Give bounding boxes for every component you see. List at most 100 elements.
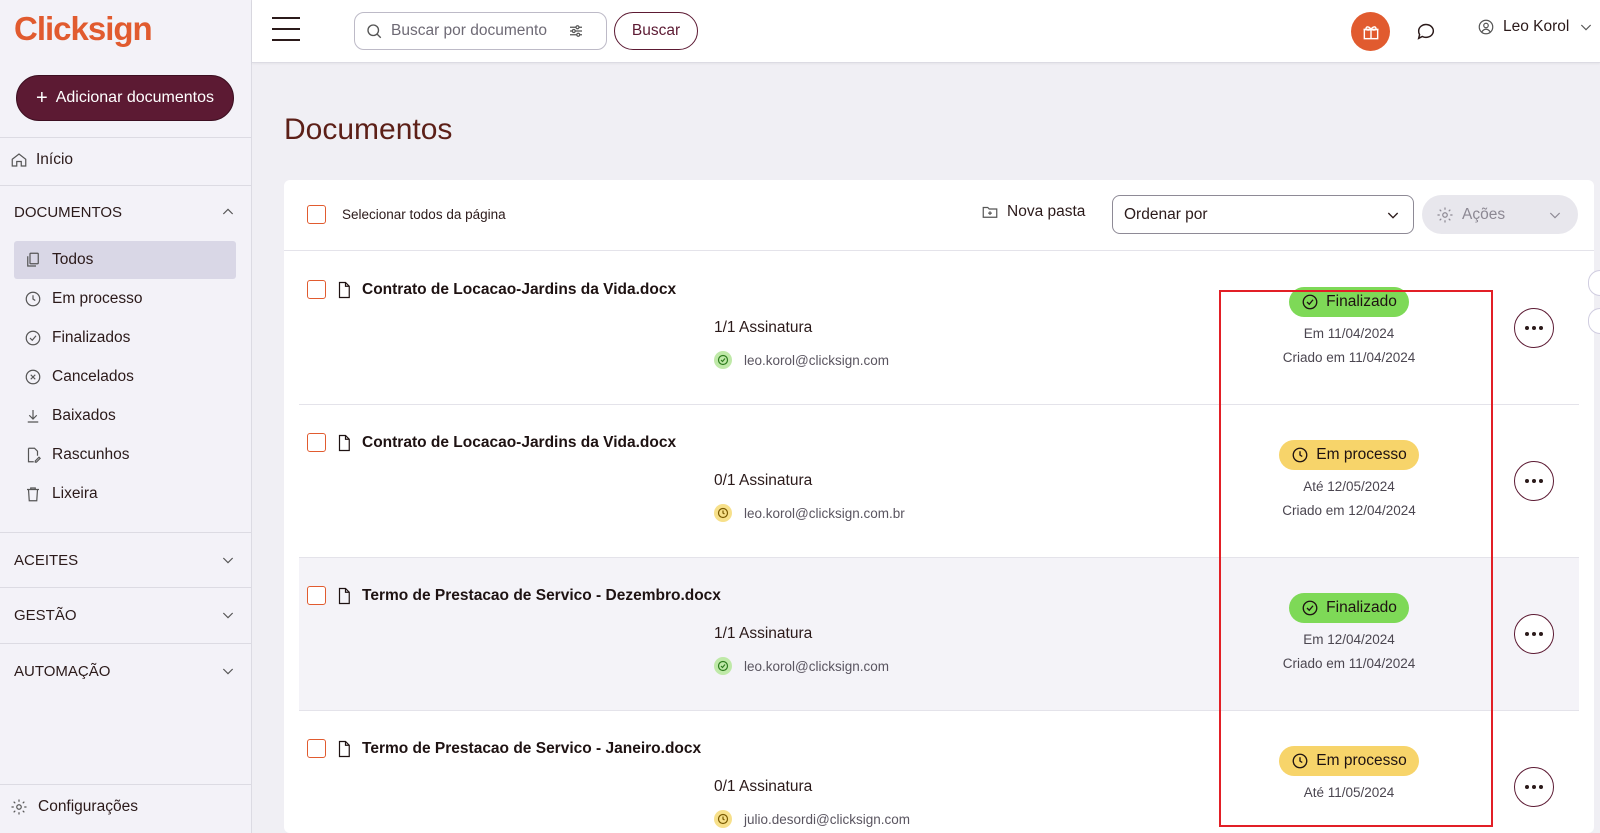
section-aceites[interactable]: ACEITES bbox=[14, 551, 237, 569]
signer-email: julio.desordi@clicksign.com bbox=[744, 811, 911, 827]
chevron-down-icon bbox=[1546, 206, 1564, 224]
select-all[interactable]: Selecionar todos da página bbox=[307, 205, 506, 224]
divider bbox=[0, 587, 252, 588]
document-checkbox[interactable] bbox=[307, 280, 326, 299]
add-documents-button[interactable]: + Adicionar documentos bbox=[16, 75, 234, 121]
file-icon bbox=[335, 434, 353, 452]
status-badge: Em processo bbox=[1279, 746, 1419, 776]
more-options-button[interactable] bbox=[1514, 461, 1554, 501]
document-name[interactable]: Termo de Prestacao de Servico - Dezembro… bbox=[307, 586, 721, 605]
document-row[interactable]: Termo de Prestacao de Servico - Dezembro… bbox=[299, 558, 1579, 711]
chevron-down-icon bbox=[219, 551, 237, 569]
document-checkbox[interactable] bbox=[307, 433, 326, 452]
status-date: Em 11/04/2024 bbox=[1303, 326, 1395, 341]
gear-icon bbox=[10, 798, 28, 816]
clock-icon bbox=[714, 810, 732, 828]
sidebar-item-em-processo[interactable]: Em processo bbox=[14, 280, 236, 318]
search-box bbox=[354, 12, 607, 50]
created-date: Criado em 11/04/2024 bbox=[1282, 350, 1416, 365]
search-input[interactable] bbox=[391, 22, 559, 40]
check-circle-icon bbox=[714, 657, 732, 675]
trash-icon bbox=[24, 485, 42, 503]
created-date: Criado em 12/04/2024 bbox=[1282, 503, 1416, 518]
select-all-checkbox[interactable] bbox=[307, 205, 326, 224]
filter-icon[interactable] bbox=[567, 22, 585, 40]
status-date: Em 12/04/2024 bbox=[1303, 632, 1395, 647]
status-label: Em processo bbox=[1316, 446, 1407, 463]
check-circle-icon bbox=[714, 351, 732, 369]
page-title: Documentos bbox=[284, 113, 453, 146]
chevron-down-icon bbox=[1384, 206, 1402, 224]
sidebar-item-finalizados[interactable]: Finalizados bbox=[14, 319, 236, 357]
user-menu[interactable]: Leo Korol bbox=[1477, 18, 1595, 36]
divider bbox=[0, 643, 252, 644]
document-row[interactable]: Contrato de Locacao-Jardins da Vida.docx… bbox=[299, 405, 1579, 558]
divider bbox=[0, 137, 252, 138]
document-row[interactable]: Termo de Prestacao de Servico - Janeiro.… bbox=[299, 711, 1579, 833]
created-date: Criado em 11/04/2024 bbox=[1282, 656, 1416, 671]
sidebar-item-rascunhos[interactable]: Rascunhos bbox=[14, 436, 236, 474]
document-name[interactable]: Contrato de Locacao-Jardins da Vida.docx bbox=[307, 280, 676, 299]
document-name[interactable]: Termo de Prestacao de Servico - Janeiro.… bbox=[307, 739, 701, 758]
status-label: Em processo bbox=[1316, 752, 1407, 769]
status-badge: Em processo bbox=[1279, 440, 1419, 470]
signer-email: leo.korol@clicksign.com.br bbox=[744, 505, 905, 521]
document-title: Contrato de Locacao-Jardins da Vida.docx bbox=[362, 280, 677, 298]
new-folder-button[interactable]: Nova pasta bbox=[981, 203, 1085, 221]
sidebar-item-label: Todos bbox=[52, 251, 94, 268]
sidebar-item-home[interactable]: Início bbox=[10, 151, 73, 169]
clock-icon bbox=[1291, 446, 1309, 464]
chat-icon[interactable] bbox=[1415, 20, 1437, 47]
menu-icon[interactable] bbox=[272, 17, 300, 41]
plus-icon: + bbox=[36, 87, 48, 109]
search-button[interactable]: Buscar bbox=[614, 12, 698, 50]
more-options-button[interactable] bbox=[1514, 308, 1554, 348]
document-row[interactable]: Contrato de Locacao-Jardins da Vida.docx… bbox=[299, 252, 1579, 405]
sidebar-item-label: Lixeira bbox=[52, 485, 98, 502]
section-gestao[interactable]: GESTÃO bbox=[14, 606, 237, 624]
gift-icon[interactable] bbox=[1351, 12, 1390, 51]
sidebar-item-label: Baixados bbox=[52, 407, 116, 424]
divider bbox=[0, 784, 252, 785]
section-label: GESTÃO bbox=[14, 606, 77, 624]
document-status: Em processo Até 11/05/2024 bbox=[1274, 746, 1424, 800]
document-checkbox[interactable] bbox=[307, 586, 326, 605]
section-documents[interactable]: DOCUMENTOS bbox=[14, 203, 237, 221]
sidebar-item-label: Início bbox=[36, 151, 74, 168]
check-circle-icon bbox=[1301, 293, 1319, 311]
document-checkbox[interactable] bbox=[307, 739, 326, 758]
more-options-button[interactable] bbox=[1514, 767, 1554, 807]
draft-icon bbox=[24, 446, 42, 464]
select-all-label: Selecionar todos da página bbox=[342, 207, 506, 222]
settings-link[interactable]: Configurações bbox=[10, 798, 138, 816]
more-options-button[interactable] bbox=[1514, 614, 1554, 654]
document-title: Contrato de Locacao-Jardins da Vida.docx bbox=[362, 433, 677, 451]
sort-select[interactable]: Ordenar por bbox=[1112, 195, 1414, 234]
sidebar-item-cancelados[interactable]: Cancelados bbox=[14, 358, 236, 396]
sidebar-item-lixeira[interactable]: Lixeira bbox=[14, 475, 236, 513]
signer-email: leo.korol@clicksign.com bbox=[744, 658, 889, 674]
signer: leo.korol@clicksign.com bbox=[714, 351, 889, 369]
status-badge: Finalizado bbox=[1289, 593, 1409, 623]
sidebar-item-todos[interactable]: Todos bbox=[14, 241, 236, 279]
signature-count: 1/1 Assinatura bbox=[714, 625, 813, 642]
chevron-down-icon bbox=[219, 606, 237, 624]
signature-count: 1/1 Assinatura bbox=[714, 319, 813, 336]
actions-dropdown[interactable]: Ações bbox=[1422, 195, 1578, 234]
clicksign-logo[interactable]: Clicksign bbox=[14, 10, 153, 48]
document-name[interactable]: Contrato de Locacao-Jardins da Vida.docx bbox=[307, 433, 676, 452]
chevron-down-icon bbox=[1577, 18, 1595, 36]
topbar: Buscar Leo Korol bbox=[252, 0, 1600, 63]
actions-label: Ações bbox=[1462, 205, 1506, 223]
document-title: Termo de Prestacao de Servico - Janeiro.… bbox=[362, 739, 702, 757]
sidebar-item-label: Finalizados bbox=[52, 329, 131, 346]
user-icon bbox=[1477, 18, 1495, 36]
file-icon bbox=[335, 740, 353, 758]
signer: leo.korol@clicksign.com bbox=[714, 657, 889, 675]
sidebar-item-baixados[interactable]: Baixados bbox=[14, 397, 236, 435]
add-documents-label: Adicionar documentos bbox=[55, 89, 214, 106]
section-automacao[interactable]: AUTOMAÇÃO bbox=[14, 662, 237, 680]
chevron-up-icon bbox=[219, 203, 237, 221]
clock-icon bbox=[24, 290, 42, 308]
signer-email: leo.korol@clicksign.com bbox=[744, 352, 889, 368]
